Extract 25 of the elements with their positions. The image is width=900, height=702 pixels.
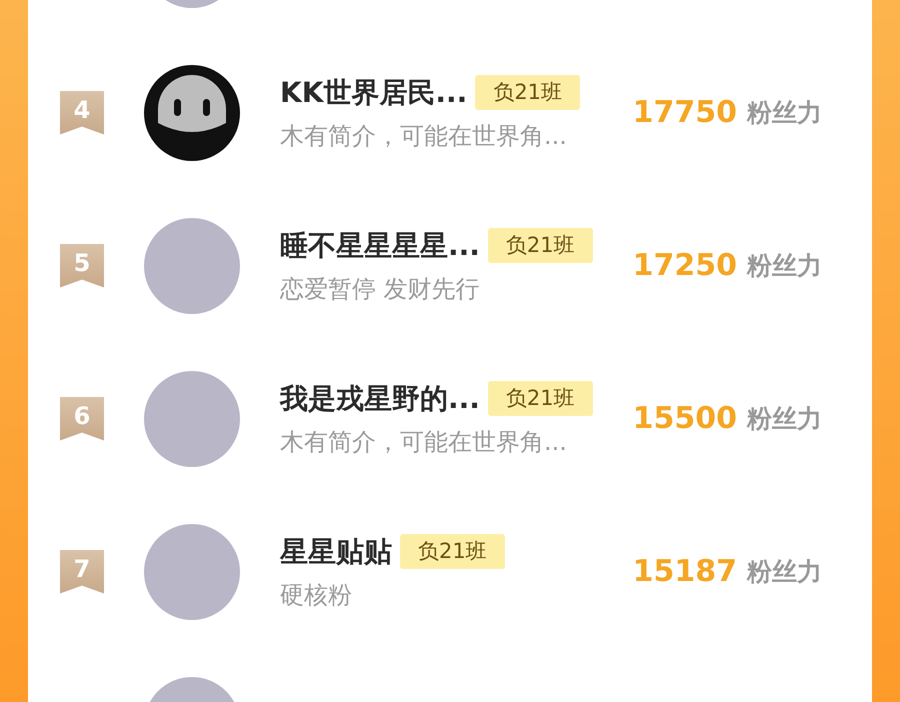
rank-badge: 6 bbox=[60, 396, 104, 440]
user-bio: 木有简介，可能在世界角... bbox=[280, 426, 568, 458]
fan-score: 15500 bbox=[632, 400, 737, 438]
class-tag: 负21班 bbox=[400, 534, 505, 570]
rank-badge: 7 bbox=[60, 550, 104, 594]
score-unit: 粉丝力 bbox=[747, 250, 822, 282]
fan-score: 17250 bbox=[632, 247, 737, 285]
score-unit: 粉丝力 bbox=[747, 402, 822, 435]
rank-badge: 4 bbox=[60, 90, 104, 134]
user-bio: 恋爱暂停 发财先行 bbox=[280, 274, 481, 304]
avatar-face-icon[interactable] bbox=[144, 64, 240, 160]
fan-score: 17750 bbox=[632, 94, 737, 132]
score-unit: 粉丝力 bbox=[747, 96, 822, 129]
score-unit: 粉丝力 bbox=[747, 556, 822, 588]
class-tag: 负21班 bbox=[475, 74, 580, 110]
user-name[interactable]: KK世界居民... bbox=[280, 72, 468, 114]
class-tag: 负21班 bbox=[488, 228, 593, 264]
user-bio: 硬核粉 bbox=[280, 580, 353, 610]
class-tag: 负21班 bbox=[488, 380, 593, 416]
fan-score: 15187 bbox=[632, 553, 737, 591]
user-name[interactable]: 星星贴贴 bbox=[280, 530, 392, 572]
rank-badge: 5 bbox=[60, 244, 104, 288]
user-name[interactable]: 睡不星星星星... bbox=[280, 224, 480, 266]
user-bio: 木有简介，可能在世界角... bbox=[280, 120, 568, 152]
user-name[interactable]: 我是戎星野的... bbox=[280, 378, 480, 420]
